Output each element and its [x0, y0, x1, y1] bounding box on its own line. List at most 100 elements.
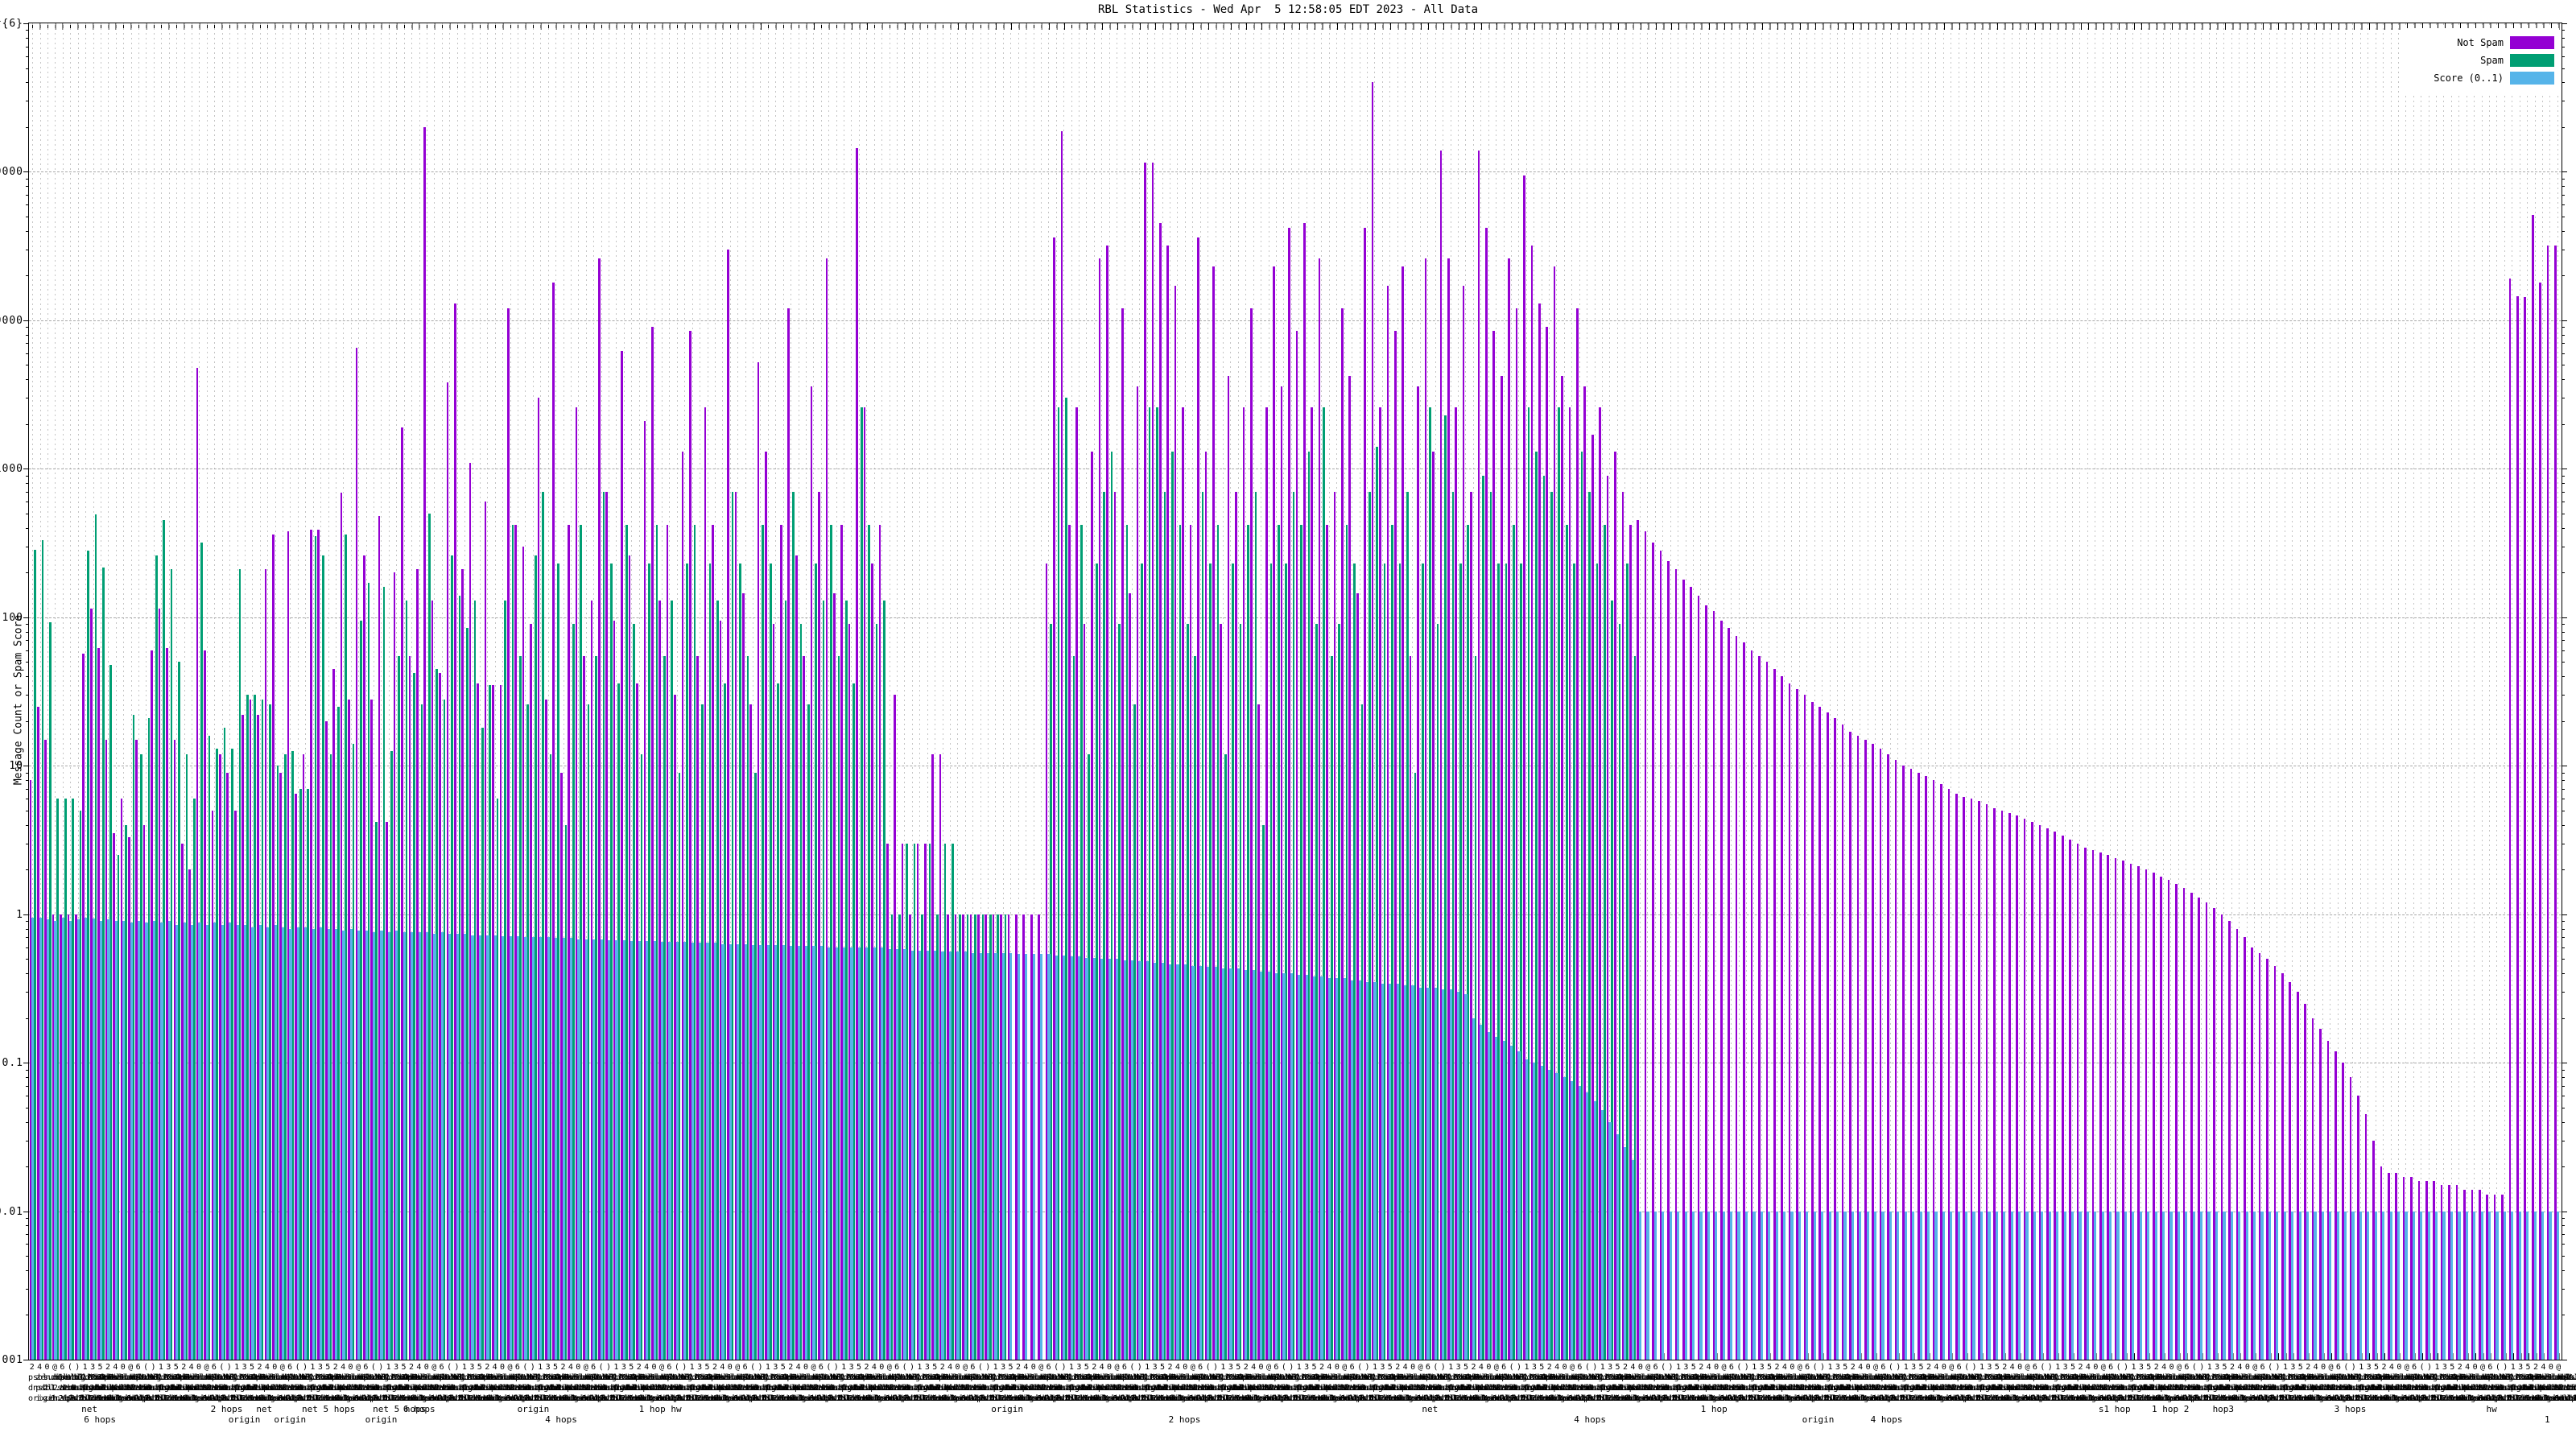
score-bar	[1761, 1212, 1763, 1360]
x-tick-label: 61.Y.0.2.2.zenzen.ips.bl.Y.0.22.2.2.1.1.…	[1652, 1362, 1659, 1404]
score-bar	[2337, 1212, 2339, 1360]
x-tick-label: 0surbl.multi.bl2.2.2.1.1.Y.Y.0zen.ips.bl…	[2319, 1362, 2326, 1404]
x-tick-label: @dnsbl.sorbs.hw1.Y.0.2.2.zen1.Y.0.2.2.ze…	[2403, 1362, 2410, 1404]
score-bar	[191, 925, 193, 1360]
x-tick-label: 2psbl.ddnsbl.ixbldnsbl.sorbs.hworigin.as…	[1166, 1362, 1174, 1404]
y-minor-tick	[2562, 1270, 2565, 1271]
score-bar	[237, 925, 239, 1360]
spam-bar	[504, 601, 506, 1360]
x-tick-label: )bl.hostkarma.1.1origin.asn.bldnsbl.sorb…	[2198, 1362, 2206, 1404]
category-slot	[1067, 23, 1075, 1360]
score-bar	[2011, 1212, 2013, 1360]
x-tick-label: )bl.hostkarma.1.1origin.asn.bldnsbl.sorb…	[1667, 1362, 1674, 1404]
category-slot	[1614, 23, 1621, 1360]
category-slot	[393, 23, 400, 1360]
score-bar	[107, 919, 109, 1360]
score-bar	[1548, 1070, 1550, 1360]
spam-bar	[1376, 447, 1378, 1360]
category-slot	[1909, 23, 1917, 1360]
score-bar	[411, 932, 413, 1360]
category-slot	[1796, 23, 1803, 1360]
x-tick-label: 0surbl.multi.bl2.2.2.1.1.Y.Y.0zen.ips.bl…	[1561, 1362, 1568, 1404]
category-slot	[218, 23, 225, 1360]
score-bar	[2178, 1212, 2180, 1360]
score-bar	[2481, 1212, 2483, 1360]
x-tick-label: 4zen.ips.bl.Y.0.2psbl.ddnsbl.ixblix.dnsb…	[2463, 1362, 2471, 1404]
spam-bar	[1422, 564, 1424, 1360]
y-minor-tick	[2562, 186, 2565, 187]
x-tick-label: 4zen.ips.bl.Y.0.2psbl.ddnsbl.ixblix.dnsb…	[1249, 1362, 1257, 1404]
score-bar	[1571, 1081, 1573, 1360]
score-bar	[1397, 984, 1399, 1360]
category-slot	[1174, 23, 1181, 1360]
score-bar	[1146, 961, 1149, 1360]
spam-bar	[291, 751, 294, 1360]
spam-bar	[1497, 564, 1500, 1360]
score-bar	[668, 942, 671, 1360]
category-slot	[2213, 23, 2220, 1360]
score-bar	[1366, 982, 1368, 1360]
score-bar	[2276, 1212, 2278, 1360]
spam-bar	[838, 656, 840, 1360]
score-bar	[2390, 1212, 2392, 1360]
x-tick-label: @dnsbl.sorbs.hw1.Y.0.2.2.zen1.Y.0.2.2.ze…	[582, 1362, 589, 1404]
category-slot	[2182, 23, 2190, 1360]
category-slot	[666, 23, 673, 1360]
category-slot	[1523, 23, 1530, 1360]
spam-bar	[428, 514, 431, 1360]
score-bar	[1063, 956, 1065, 1360]
x-tick-label: 3ix.dnsbl.bl.neturibl.most.bluribl.most.…	[1758, 1362, 1765, 1404]
x-tick-label: 12.2.2.1.1.Y.Y.0surbl.multi.blbl.hostkar…	[1371, 1362, 1378, 1404]
category-slot	[2372, 23, 2380, 1360]
x-tick-label: 5uribl.most.blbl.hostkarma.1.1surbl.mult…	[248, 1362, 255, 1404]
score-bar	[532, 937, 535, 1360]
category-slot	[1265, 23, 1272, 1360]
score-bar	[2260, 1212, 2263, 1360]
score-bar	[1488, 1032, 1490, 1360]
x-tick-label: 0surbl.multi.bl2.2.2.1.1.Y.Y.0zen.ips.bl…	[2547, 1362, 2554, 1404]
category-slot	[97, 23, 105, 1360]
spam-bar	[1315, 624, 1318, 1360]
score-bar	[812, 946, 815, 1360]
spam-bar	[163, 520, 165, 1360]
x-tick-label: 3ix.dnsbl.bl.neturibl.most.bluribl.most.…	[2062, 1362, 2069, 1404]
category-slot	[1326, 23, 1333, 1360]
spam-bar	[95, 514, 97, 1360]
y-minor-tick	[2562, 973, 2565, 974]
category-slot	[1925, 23, 1932, 1360]
category-slot	[2031, 23, 2038, 1360]
category-slot	[1045, 23, 1052, 1360]
category-slot	[1129, 23, 1136, 1360]
not-spam-bar	[2532, 215, 2534, 1360]
category-slot	[2433, 23, 2440, 1360]
score-bar	[2299, 1212, 2301, 1360]
score-bar	[1229, 968, 1232, 1360]
score-bar	[1176, 964, 1179, 1360]
x-tick-label: 12.2.2.1.1.Y.Y.0surbl.multi.blbl.hostkar…	[2130, 1362, 2137, 1404]
spam-bar	[118, 855, 120, 1360]
spam-bar	[997, 914, 999, 1360]
category-slot	[1940, 23, 1947, 1360]
score-bar	[1245, 970, 1247, 1360]
spam-bar	[724, 683, 726, 1360]
y-minor-tick	[2562, 650, 2565, 651]
category-slot	[2228, 23, 2235, 1360]
score-bar	[1199, 966, 1202, 1360]
spam-bar	[1080, 525, 1083, 1360]
spam-bar	[1073, 656, 1075, 1360]
score-bar	[805, 946, 807, 1360]
score-bar	[1814, 1212, 1816, 1360]
y-minor-tick	[26, 186, 29, 187]
category-slot	[211, 23, 218, 1360]
spam-bar	[1126, 525, 1129, 1360]
y-minor-tick	[2562, 662, 2565, 663]
x-tick-label: 5uribl.most.blbl.hostkarma.1.1surbl.mult…	[855, 1362, 862, 1404]
x-tick-label: 2psbl.ddnsbl.ixbldnsbl.sorbs.hworigin.as…	[1394, 1362, 1402, 1404]
y-minor-tick	[2562, 38, 2565, 39]
spam-bar	[1133, 704, 1136, 1360]
y-minor-tick	[2562, 528, 2565, 529]
score-bar	[790, 946, 792, 1360]
category-slot	[992, 23, 999, 1360]
spam-bar	[542, 492, 544, 1360]
category-slot	[1834, 23, 1841, 1360]
